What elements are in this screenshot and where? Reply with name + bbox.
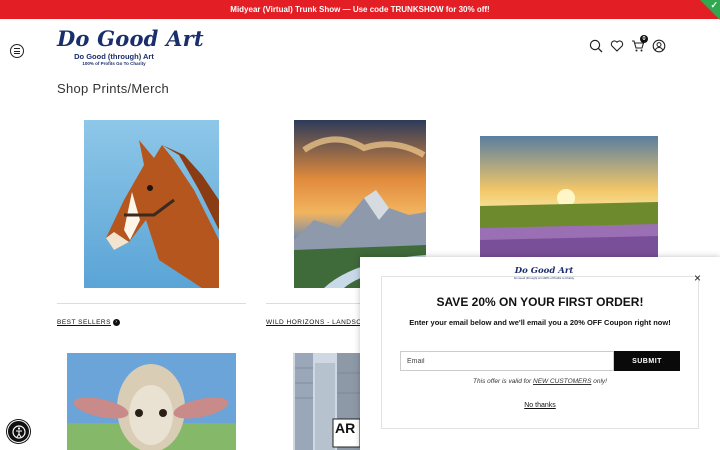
product-image-city[interactable]: AR <box>293 353 360 450</box>
product-image-horse[interactable] <box>84 120 219 288</box>
check-icon: ✓ <box>700 0 720 20</box>
popup-logo-title: Do Good Art <box>514 266 574 276</box>
product-image-sheep[interactable] <box>67 353 236 450</box>
email-field[interactable] <box>400 351 614 371</box>
offer-note-prefix: This offer is valid for <box>473 378 534 385</box>
accessibility-icon[interactable] <box>7 420 30 443</box>
email-signup-popup: × Do Good Art Do Good (through) Art 100%… <box>360 257 720 450</box>
logo-subtitle: Do Good (through) Art <box>74 52 154 61</box>
close-icon[interactable]: × <box>694 271 701 285</box>
site-logo[interactable]: Do Good Art Do Good (through) Art 100% o… <box>57 26 204 70</box>
submit-button[interactable]: SUBMIT <box>614 351 680 371</box>
new-customers-link[interactable]: NEW CUSTOMERS <box>533 378 591 385</box>
page-title: Shop Prints/Merch <box>57 81 170 96</box>
popup-description: Enter your email below and we'll email y… <box>409 318 671 327</box>
product-divider <box>57 303 246 304</box>
account-icon[interactable] <box>652 39 666 53</box>
cart-icon[interactable]: 0 <box>631 35 648 53</box>
popup-heading: SAVE 20% ON YOUR FIRST ORDER! <box>436 295 644 309</box>
product-image-sunset[interactable] <box>480 136 658 257</box>
menu-icon[interactable] <box>10 44 24 58</box>
logo-title: Do Good Art <box>57 26 204 51</box>
logo-tagline: 100% of Profits Go To Charity <box>82 61 146 66</box>
product-caption-wild-horizons[interactable]: WILD HORIZONS - LANDSC <box>266 319 362 326</box>
heart-icon[interactable] <box>610 39 624 53</box>
popup-logo: Do Good Art Do Good (through) Art 100% o… <box>514 266 574 280</box>
product-caption-best-sellers[interactable]: BEST SELLERS › <box>57 319 120 326</box>
header-icons: 0 <box>589 35 666 53</box>
cart-count-badge: 0 <box>640 35 648 43</box>
offer-note-suffix: only! <box>591 378 607 385</box>
product-divider <box>266 303 360 304</box>
city-sign-text: AR <box>335 420 356 436</box>
offer-note: This offer is valid for NEW CUSTOMERS on… <box>360 378 720 385</box>
arrow-right-icon: › <box>112 319 120 326</box>
promo-banner[interactable]: Midyear (Virtual) Trunk Show — Use code … <box>0 0 720 19</box>
search-icon[interactable] <box>589 39 603 53</box>
no-thanks-link[interactable]: No thanks <box>360 402 720 409</box>
promo-text: Midyear (Virtual) Trunk Show — Use code … <box>230 5 490 14</box>
popup-logo-subtitle: Do Good (through) Art 100% of Profits to… <box>514 276 575 280</box>
